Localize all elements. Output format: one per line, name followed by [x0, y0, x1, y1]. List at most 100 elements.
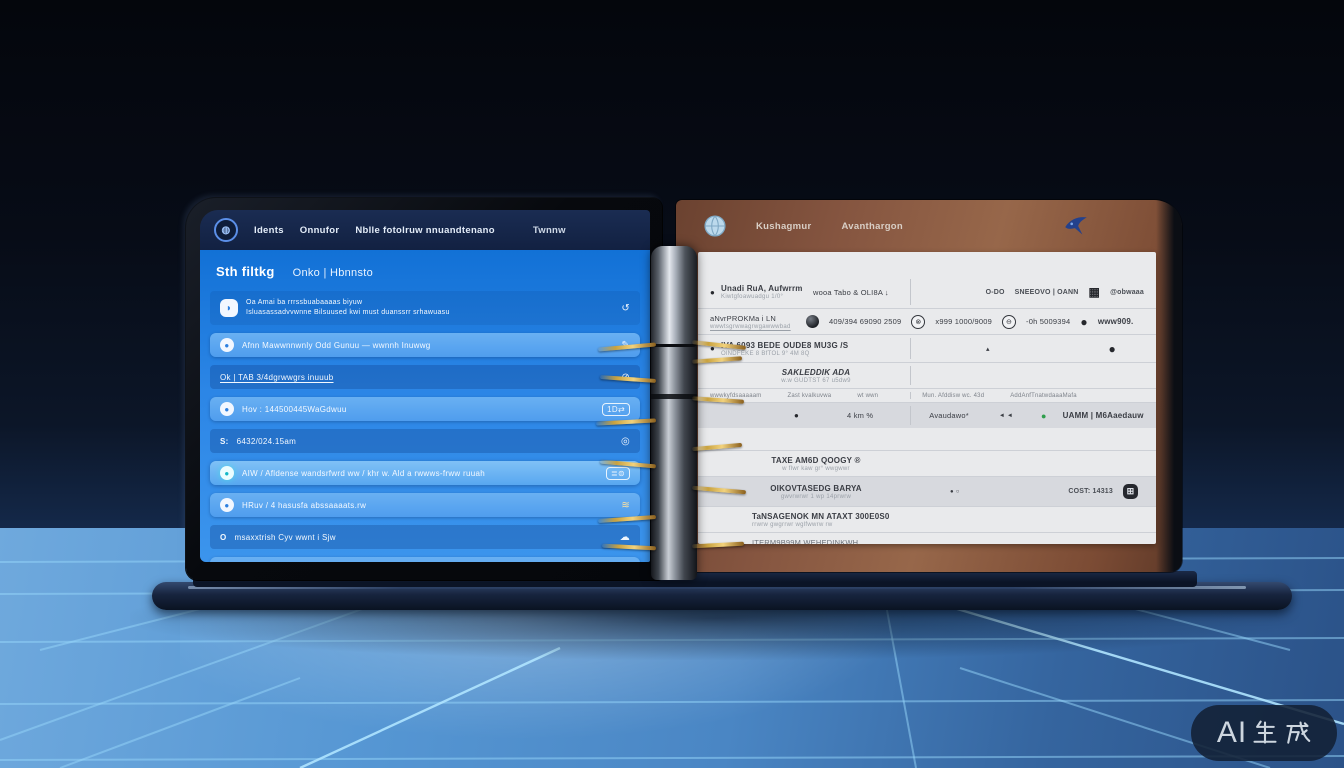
column-divider	[910, 366, 911, 385]
binder-hinge	[651, 246, 697, 580]
sphere-icon[interactable]	[806, 315, 819, 328]
list-item-link[interactable]: Ok | TAB 3/4dgrwwgrs inuuub	[220, 373, 334, 382]
table-header-row: wwwkyfdsaaaaam Zast kvalkuvwa wt wwn Mun…	[698, 388, 1156, 402]
circle-slash-icon[interactable]: ⊖	[1002, 315, 1016, 329]
list-item[interactable]: ● xxuw, AAAAwwwwww——— →	[210, 557, 640, 562]
toggle-dots-icon[interactable]: ● ○	[950, 489, 960, 495]
hinge-cap	[651, 246, 697, 347]
column-divider	[910, 279, 911, 305]
cell-text: wooa Tabo & OLI8A ↓	[813, 288, 889, 297]
list-item-text: HRuv / 4 hasusfa abssaaaats.rw	[242, 501, 366, 510]
cell-subtitle: wwwtsgrwwagrwgawwwbad	[710, 324, 796, 330]
nav-item-2[interactable]: Onnufor	[300, 225, 340, 236]
left-screen-body: Sth filtkg Onko | Hbnnsto ◗ Oa Amai ba r…	[200, 250, 650, 562]
cell-value: -0h 5009394	[1026, 317, 1070, 326]
cloud-icon[interactable]: ☁	[620, 532, 630, 543]
watermark-latin: AI	[1217, 716, 1247, 750]
cell-title: TaNSAGENOK MN ATAXT 300E0S0	[752, 512, 890, 521]
nav-item-4[interactable]: Twnnw	[533, 225, 566, 236]
left-device-panel: ◍ Idents Onnufor Nblle fotolruw nnuandte…	[186, 198, 662, 580]
list-item-selected[interactable]: ● AIW / Afldense wandsrfwrd ww / khr w. …	[210, 461, 640, 485]
table-row[interactable]: ● 4 km % Avaudawo* ◄ ◄ ● UAMM | M6Aaedau…	[698, 402, 1156, 428]
page-heading: Sth filtkg Onko | Hbnnsto	[216, 264, 634, 279]
list-item-text: Oa Amai ba rrrssbuabaaaas biyuw	[246, 298, 450, 309]
table-row[interactable]: ● IVA 6093 BEDE OUDE8 MU3G /S OlNDFEKE 8…	[698, 334, 1156, 362]
circle-cross-icon[interactable]: ⊗	[911, 315, 925, 329]
cell-subtitle: Kiwtgfoawuadgu 1/0°	[721, 294, 813, 300]
column-divider	[910, 392, 911, 399]
list-item[interactable]: ● HRuv / 4 hasusfa abssaaaats.rw ≋	[210, 493, 640, 517]
cell-value: 4 km %	[847, 411, 873, 420]
list-item[interactable]: Ok | TAB 3/4dgrwwgrs inuuub ⊘	[210, 365, 640, 389]
nav-item-1[interactable]: Idents	[254, 225, 284, 236]
page-title: Sth filtkg	[216, 264, 275, 279]
nav-item-1[interactable]: Kushagmur	[756, 221, 811, 232]
right-navbar: Kushagmur Avanthargon	[676, 200, 1182, 252]
cell-value: x999 1000/9009	[935, 317, 992, 326]
cell-value: 409/394 69090 2509	[829, 317, 901, 326]
cell-subtitle: w.w GUDTST 67 u5dw9	[781, 378, 851, 384]
list-item[interactable]: S: 6432/024.15am ◎	[210, 429, 640, 453]
list-item-prefix: S:	[220, 437, 229, 446]
cell-value: Avaudawo*	[929, 411, 969, 420]
table-row[interactable]: TaNSAGENOK MN ATAXT 300E0S0 rrwrw gwgrrw…	[698, 506, 1156, 532]
list-item[interactable]: ● Hov : 144500445WaGdwuu 1D⇄	[210, 397, 640, 421]
cell-subtitle: gwvrwrwr 1 wp 14prwrw	[781, 494, 851, 500]
target-icon[interactable]: ◎	[621, 436, 630, 447]
list-item[interactable]: O msaxxtrish Cyv wwnt i Sjw ☁	[210, 525, 640, 549]
table-row[interactable]: ITERM9B99M WEHEDINKWH	[698, 532, 1156, 544]
signature-icon[interactable]: ≋	[621, 500, 630, 511]
table-row[interactable]: ● Unadi RuA, Aufwrrm Kiwtgfoawuadgu 1/0°…	[698, 276, 1156, 308]
dove-icon: ◗	[220, 299, 238, 317]
column-header: Mun. Afddisw wc. 43d	[922, 393, 984, 399]
ai-generated-watermark: AI	[1191, 705, 1337, 761]
table-row[interactable]: aNvrPROKMa i LN wwwtsgrwwagrwgawwwbad 40…	[698, 308, 1156, 334]
column-header: Zast kvalkuvwa	[788, 393, 832, 399]
badge-icon[interactable]: ⊞	[1123, 484, 1138, 499]
table-row[interactable]: SAKLEDDIK ADA w.w GUDTST 67 u5dw9	[698, 362, 1156, 388]
globe-icon[interactable]	[704, 215, 726, 237]
table-row[interactable]: TAXE AM6D QOOGY ® w flwr kaw gr° wwgwwr	[698, 450, 1156, 476]
hinge-joint	[651, 394, 697, 399]
nav-item-3[interactable]: Nblle fotolruw nnuandtenano	[355, 225, 495, 236]
column-divider	[910, 338, 911, 359]
scene: ◍ Idents Onnufor Nblle fotolruw nnuandte…	[0, 0, 1344, 768]
list-item-text: Afnn Mawwnnwnly Odd Gunuu — wwnnh Inuwwg	[242, 341, 431, 350]
list-item-text: Isluasassadvvwnne Bilsuused kwi must dua…	[246, 308, 450, 319]
active-circle-icon: ●	[220, 466, 234, 480]
list-item-prefix: O	[220, 533, 227, 542]
status-green-dot: ●	[1041, 411, 1047, 421]
column-header: AddAnfTnatwdaaaMafa	[1010, 393, 1077, 399]
dot-icon: ●	[794, 411, 799, 420]
list-item-text: Hov : 144500445WaGdwuu	[242, 405, 347, 414]
swap-badge-icon[interactable]: 1D⇄	[602, 403, 630, 416]
cell-title: SAKLEDDIK ADA	[782, 368, 851, 377]
refresh-icon[interactable]: ↺	[621, 303, 630, 314]
grid-icon[interactable]: ▦	[1089, 285, 1101, 299]
cell-value: @obwaaa	[1110, 289, 1144, 296]
dark-dot-icon[interactable]: ●	[1080, 315, 1087, 329]
right-device-panel: Kushagmur Avanthargon ● Unadi RuA, Aufwr…	[676, 200, 1182, 572]
page-subtitle: Onko | Hbnnsto	[293, 267, 373, 279]
bird-cursor-icon[interactable]	[1062, 214, 1090, 238]
nav-item-2[interactable]: Avanthargon	[841, 221, 903, 232]
cell-value: UAMM | M6Aaedauw	[1063, 411, 1144, 420]
settings-badge-icon[interactable]: ≣⊜	[606, 467, 630, 480]
list-item-text: 6432/024.15am	[237, 437, 297, 446]
marker-icon: ▴	[986, 345, 990, 353]
app-logo-icon[interactable]: ◍	[214, 218, 238, 242]
status-circle-icon: ●	[220, 402, 234, 416]
list-item[interactable]: ● Afnn Mawwnnwnly Odd Gunuu — wwnnh Inuw…	[210, 333, 640, 357]
document-page: ● Unadi RuA, Aufwrrm Kiwtgfoawuadgu 1/0°…	[698, 252, 1156, 544]
cell-title: ITERM9B99M WEHEDINKWH	[752, 538, 858, 544]
cost-value: COST: 14313	[1068, 488, 1113, 495]
left-navbar: ◍ Idents Onnufor Nblle fotolruw nnuandte…	[200, 210, 650, 250]
arrows-icon[interactable]: ◄ ◄	[999, 413, 1013, 419]
cell-value: www909.	[1098, 317, 1134, 326]
list-item[interactable]: ◗ Oa Amai ba rrrssbuabaaaas biyuw Isluas…	[210, 291, 640, 325]
cell-title: OIKOVTASEDG BARYA	[770, 484, 862, 493]
cell-title: Unadi RuA, Aufwrrm	[721, 284, 813, 293]
cell-subtitle: w flwr kaw gr° wwgwwr	[782, 466, 850, 472]
blob-icon[interactable]: ●	[1109, 342, 1116, 356]
table-row[interactable]: OIKOVTASEDG BARYA gwvrwrwr 1 wp 14prwrw …	[698, 476, 1156, 506]
